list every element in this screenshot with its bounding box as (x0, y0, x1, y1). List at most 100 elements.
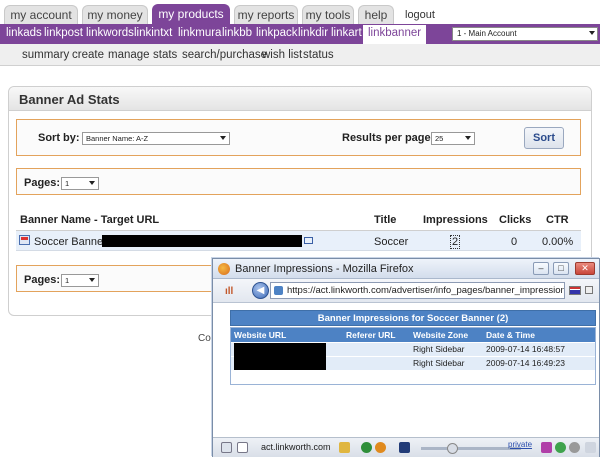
row-zone: Right Sidebar (413, 358, 465, 368)
account-select[interactable]: 1 - Main Account (452, 27, 598, 41)
tab-my-tools[interactable]: my tools (302, 5, 354, 24)
popup-url-bar[interactable]: https://act.linkworth.com/advertiser/inf… (270, 282, 565, 299)
nav-linkmura[interactable]: linkmura (178, 27, 221, 39)
col-title: Title (374, 214, 397, 226)
nav-linkintxt[interactable]: linkintxt (134, 27, 172, 39)
popup-url-text: https://act.linkworth.com/advertiser/inf… (287, 285, 565, 296)
col-ctr: CTR (546, 214, 569, 226)
pages-label-bottom: Pages: (24, 274, 61, 286)
subnav-manage[interactable]: manage (108, 49, 150, 61)
signal-icon (541, 442, 552, 453)
popup-title-bar: Banner Impressions - Mozilla Firefox – □… (213, 259, 599, 279)
maximize-icon[interactable]: □ (553, 262, 569, 275)
linkbanner-subnav: summary create manage stats search/purch… (0, 44, 600, 66)
security-icon (585, 286, 593, 294)
subnav-status[interactable]: status (303, 49, 334, 61)
back-arrow-icon[interactable]: ◀ (252, 282, 269, 299)
sort-by-value: Banner Name: A-Z (86, 134, 149, 143)
row-datetime: 2009-07-14 16:48:57 (486, 344, 565, 354)
nav-linkbanner[interactable]: linkbanner (363, 25, 427, 44)
sort-by-label: Sort by: (38, 132, 80, 144)
flag-icon (569, 286, 581, 295)
nav-linkads[interactable]: linkads (6, 27, 42, 39)
tab-my-products[interactable]: my products (152, 4, 230, 24)
chevron-down-icon (465, 136, 471, 140)
status-ok-icon (555, 442, 566, 453)
subnav-summary[interactable]: summary (22, 49, 69, 61)
addon-icon[interactable] (361, 442, 372, 453)
logout-link[interactable]: logout (398, 6, 442, 25)
sort-by-select[interactable]: Banner Name: A-Z (82, 132, 230, 145)
results-per-page-value: 25 (435, 134, 444, 143)
nav-linkpack[interactable]: linkpack (256, 27, 298, 39)
slider-handle-icon[interactable] (447, 443, 458, 454)
site-favicon-icon (274, 286, 283, 295)
pages-label-top: Pages: (24, 177, 61, 189)
col-date-time: Date & Time (486, 330, 535, 340)
settings-icon[interactable] (585, 442, 596, 453)
col-clicks: Clicks (499, 214, 532, 226)
nav-linkpost[interactable]: linkpost (44, 27, 83, 39)
impressions-popup-window: Banner Impressions - Mozilla Firefox – □… (212, 258, 600, 457)
sort-button[interactable]: Sort (524, 127, 564, 149)
row-ctr: 0.00% (542, 236, 574, 248)
table-row: Soccer Banner - Soccer 2 0 0.00% (16, 231, 581, 251)
private-link[interactable]: private (508, 440, 532, 449)
chevron-down-icon (89, 181, 95, 185)
pages-value-top: 1 (65, 179, 70, 188)
results-per-page-label: Results per page: (342, 132, 435, 144)
nav-linkdir[interactable]: linkdir (298, 27, 328, 39)
popup-nav-bar: ıll ◀ https://act.linkworth.com/advertis… (213, 279, 599, 303)
tab-help[interactable]: help (358, 5, 394, 24)
tab-my-account[interactable]: my account (4, 5, 78, 24)
subnav-search-purchase[interactable]: search/purchase (182, 49, 267, 61)
page-icon[interactable] (237, 442, 248, 453)
screen-icon[interactable] (221, 442, 232, 453)
nav-linkwords[interactable]: linkwords (86, 27, 134, 39)
tab-my-money[interactable]: my money (82, 5, 148, 24)
chevron-down-icon (89, 278, 95, 282)
redacted-target-url (102, 235, 302, 247)
block-icon[interactable] (569, 442, 580, 453)
stats-table-header: Banner Name - Target URL Title Impressio… (16, 209, 581, 231)
subnav-stats[interactable]: stats (153, 49, 177, 61)
minimize-icon[interactable]: – (533, 262, 549, 275)
bookmarks-icon[interactable]: ıll (225, 286, 233, 297)
external-link-icon[interactable] (304, 237, 313, 244)
popup-window-title: Banner Impressions - Mozilla Firefox (235, 263, 414, 275)
banner-image-icon (19, 235, 30, 245)
panel-title: Banner Ad Stats (9, 87, 591, 111)
col-website-url: Website URL (234, 330, 287, 340)
results-per-page-select[interactable]: 25 (431, 132, 475, 145)
status-host: act.linkworth.com (261, 442, 331, 452)
col-referer-url: Referer URL (346, 330, 396, 340)
addon-icon[interactable] (375, 442, 386, 453)
chevron-down-icon (220, 136, 226, 140)
zoom-slider[interactable] (421, 447, 521, 450)
col-website-zone: Website Zone (413, 330, 469, 340)
impressions-header: Banner Impressions for Soccer Banner (2) (230, 310, 596, 326)
nav-linkart[interactable]: linkart (331, 27, 362, 39)
close-icon[interactable]: ✕ (575, 262, 595, 275)
zoom-icon[interactable] (399, 442, 410, 453)
pages-select-top[interactable]: 1 (61, 177, 99, 190)
nav-linkbb[interactable]: linkbb (222, 27, 252, 39)
subnav-create[interactable]: create (72, 49, 104, 61)
pages-select-bottom[interactable]: 1 (61, 274, 99, 287)
account-select-value: 1 - Main Account (457, 29, 517, 38)
chevron-down-icon (589, 31, 595, 35)
pages-box-top (16, 168, 581, 195)
row-zone: Right Sidebar (413, 344, 465, 354)
col-banner-name: Banner Name - Target URL (20, 214, 160, 226)
impressions-table-header: Website URL Referer URL Website Zone Dat… (231, 328, 595, 342)
subnav-wish-list[interactable]: wish list (262, 49, 302, 61)
pages-value-bottom: 1 (65, 276, 70, 285)
popup-status-bar: act.linkworth.com private (213, 437, 599, 457)
tab-my-reports[interactable]: my reports (234, 5, 298, 24)
lock-icon (339, 442, 350, 453)
impressions-table: Website URL Referer URL Website Zone Dat… (230, 327, 596, 385)
banner-image-icon-stripe (21, 237, 28, 240)
impressions-link[interactable]: 2 (450, 235, 461, 249)
popup-content: Banner Impressions for Soccer Banner (2)… (213, 304, 599, 433)
row-datetime: 2009-07-14 16:49:23 (486, 358, 565, 368)
